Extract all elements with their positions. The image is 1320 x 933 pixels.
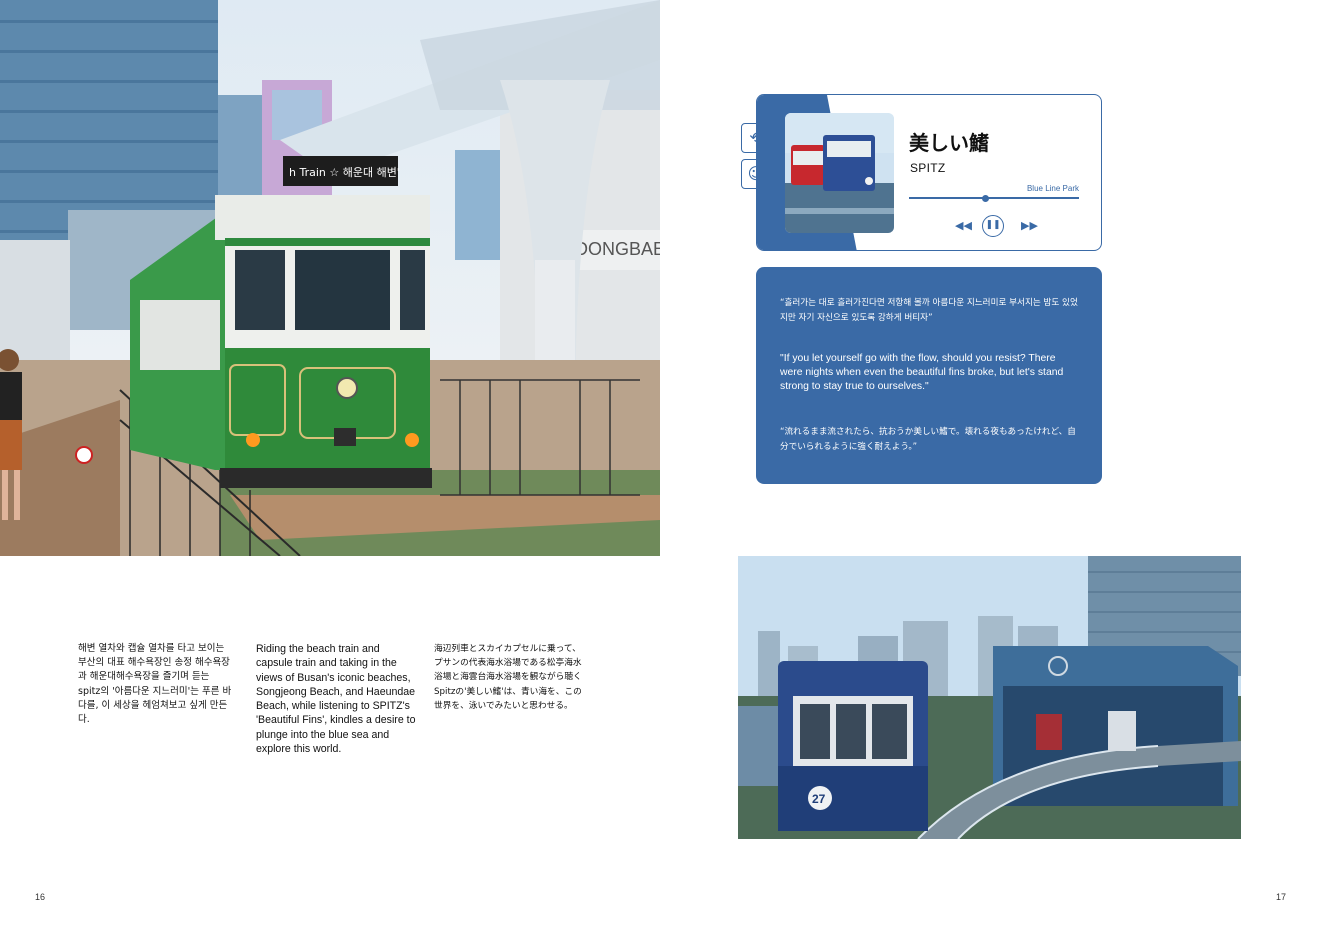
album-cover — [785, 113, 894, 233]
progress-bar[interactable] — [909, 194, 1079, 202]
pause-icon[interactable]: ❚❚ — [982, 215, 1004, 237]
train-sign-text: h Train ☆ 해운대 해변' — [289, 165, 400, 179]
lyrics-japanese: “流れるまま流されたら、抗おうか美しい鰭で。壊れる夜もあったけれど、自分でいられ… — [780, 427, 1076, 452]
music-player-card: 美しい鰭 SPITZ Blue Line Park ◀◀ ❚❚ ▶▶ — [756, 94, 1102, 251]
svg-text:27: 27 — [812, 792, 826, 806]
page-number-left: 16 — [35, 892, 46, 902]
lyrics-korean: “흘러가는 대로 흘러가진다면 저항해 볼까 아름다운 지느러미로 부서지는 밤… — [780, 298, 1078, 323]
body-text-korean: 해변 열차와 캡슐 열차를 타고 보이는 부산의 대표 해수욕장인 송정 해수욕… — [78, 643, 232, 726]
svg-text:DONGBAEK: DONGBAEK — [575, 239, 660, 259]
beach-train-photo: DONGBAEK — [0, 0, 660, 556]
body-text-japanese: 海辺列車とスカイカプセルに乗って、プサンの代表海水浴場である松亭海水浴場と海雲台… — [434, 644, 582, 711]
sky-capsule-photo: 27 — [738, 556, 1241, 839]
lyrics-box: “흘러가는 대로 흘러가진다면 저항해 볼까 아름다운 지느러미로 부서지는 밤… — [756, 267, 1102, 484]
progress-knob[interactable] — [982, 194, 990, 202]
body-text-english: Riding the beach train and capsule train… — [256, 643, 416, 756]
song-title: 美しい鰭 — [909, 131, 989, 155]
lyrics-english: "If you let yourself go with the flow, s… — [780, 353, 1064, 393]
artist-name: SPITZ — [910, 161, 946, 175]
location-label: Blue Line Park — [1026, 184, 1079, 193]
rewind-icon[interactable]: ◀◀ — [955, 216, 972, 236]
fast-forward-icon[interactable]: ▶▶ — [1021, 216, 1038, 236]
page-number-right: 17 — [1276, 892, 1287, 902]
